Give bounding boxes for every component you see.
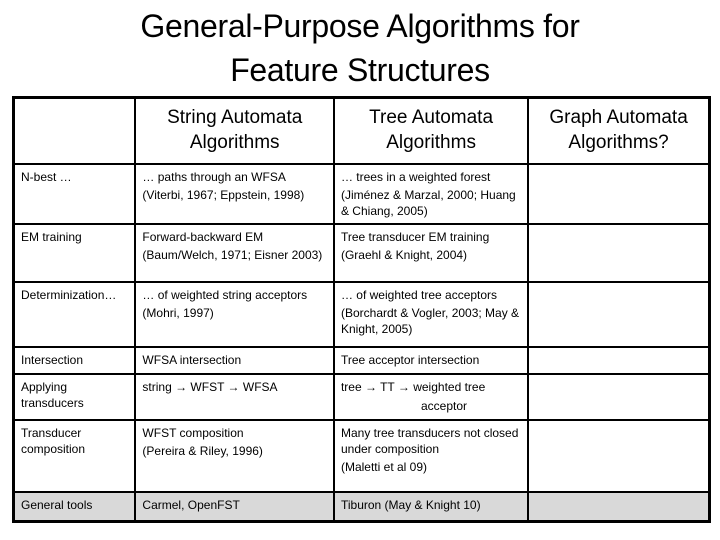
cell-citation: (Viterbi, 1967; Eppstein, 1998) xyxy=(142,187,305,202)
tree-cell: tree → TT → weighted tree acceptor xyxy=(332,372,530,421)
graph-cell xyxy=(527,490,711,523)
cell-citation: (Baum/Welch, 1971; Eisner 2003) xyxy=(142,247,323,262)
cell-continuation: acceptor xyxy=(420,398,467,413)
table-row: EM training Forward-backward EM (Baum/We… xyxy=(12,222,711,283)
graph-cell xyxy=(527,345,711,375)
graph-cell xyxy=(527,280,711,348)
slide-title: General-Purpose Algorithms for Feature S… xyxy=(0,4,720,92)
table-row: Intersection WFSA intersection Tree acce… xyxy=(12,345,711,375)
row-label: N-best … xyxy=(12,162,137,225)
string-cell: string → WFST → WFSA xyxy=(134,372,335,421)
cell-main-text: WFSA intersection xyxy=(142,352,242,367)
cell-citation: (Jiménez & Marzal, 2000; Huang & Chiang,… xyxy=(340,187,516,218)
cell-main-text: Carmel, OpenFST xyxy=(142,497,240,512)
slide-title-line-2: Feature Structures xyxy=(230,52,490,88)
string-cell: Forward-backward EM (Baum/Welch, 1971; E… xyxy=(134,222,335,283)
cell-main-text: Tree acceptor intersection xyxy=(340,352,480,367)
slide-title-line-1: General-Purpose Algorithms for xyxy=(140,8,580,44)
graph-cell xyxy=(527,162,711,225)
row-label: Intersection xyxy=(12,345,137,375)
cell-main-text: … trees in a weighted forest xyxy=(340,169,491,184)
cell-main-text: Many tree transducers not closed under c… xyxy=(340,425,519,456)
tree-cell: … of weighted tree acceptors (Borchardt … xyxy=(332,280,530,348)
header-string-automata: String Automata Algorithms xyxy=(134,96,335,165)
string-cell: … of weighted string acceptors (Mohri, 1… xyxy=(134,280,335,348)
header-graph-automata: Graph Automata Algorithms? xyxy=(527,96,711,165)
algorithms-comparison-table: String Automata Algorithms Tree Automata… xyxy=(12,96,711,523)
table-row: N-best … … paths through an WFSA (Viterb… xyxy=(12,162,711,225)
graph-cell xyxy=(527,418,711,493)
tree-cell: Tree transducer EM training (Graehl & Kn… xyxy=(332,222,530,283)
cell-main-text: … of weighted string acceptors xyxy=(142,287,308,302)
cell-main-text: string → WFST → WFSA xyxy=(142,379,278,394)
tree-cell: Many tree transducers not closed under c… xyxy=(332,418,530,493)
graph-cell xyxy=(527,372,711,421)
string-cell: WFST composition (Pereira & Riley, 1996) xyxy=(134,418,335,493)
cell-citation: (Borchardt & Vogler, 2003; May & Knight,… xyxy=(340,305,520,336)
cell-main-text: WFST composition xyxy=(142,425,244,440)
row-label: General tools xyxy=(12,490,137,523)
header-cell-empty xyxy=(12,96,137,165)
cell-main-text: tree → TT → weighted tree xyxy=(340,379,486,394)
cell-main-text: Forward-backward EM xyxy=(142,229,264,244)
string-cell: … paths through an WFSA (Viterbi, 1967; … xyxy=(134,162,335,225)
cell-main-text: Tiburon (May & Knight 10) xyxy=(340,497,481,512)
row-label: Determinization… xyxy=(12,280,137,348)
cell-main-text: … paths through an WFSA xyxy=(142,169,286,184)
cell-main-text: Tree transducer EM training xyxy=(340,229,490,244)
graph-cell xyxy=(527,222,711,283)
table-row: Applying transducers string → WFST → WFS… xyxy=(12,372,711,421)
cell-citation: (Graehl & Knight, 2004) xyxy=(340,247,468,262)
tree-cell: … trees in a weighted forest (Jiménez & … xyxy=(332,162,530,225)
row-label: EM training xyxy=(12,222,137,283)
tree-cell: Tree acceptor intersection xyxy=(332,345,530,375)
cell-citation: (Maletti et al 09) xyxy=(340,459,428,474)
table-row: General tools Carmel, OpenFST Tiburon (M… xyxy=(12,490,711,523)
header-row: String Automata Algorithms Tree Automata… xyxy=(12,96,711,165)
table-row: Determinization… … of weighted string ac… xyxy=(12,280,711,348)
tree-cell: Tiburon (May & Knight 10) xyxy=(332,490,530,523)
table-row: Transducer composition WFST composition … xyxy=(12,418,711,493)
string-cell: WFSA intersection xyxy=(134,345,335,375)
cell-citation: (Pereira & Riley, 1996) xyxy=(142,443,263,458)
string-cell: Carmel, OpenFST xyxy=(134,490,335,523)
cell-main-text: … of weighted tree acceptors xyxy=(340,287,498,302)
row-label: Transducer composition xyxy=(12,418,137,493)
cell-citation: (Mohri, 1997) xyxy=(142,305,214,320)
header-tree-automata: Tree Automata Algorithms xyxy=(332,96,530,165)
row-label: Applying transducers xyxy=(12,372,137,421)
